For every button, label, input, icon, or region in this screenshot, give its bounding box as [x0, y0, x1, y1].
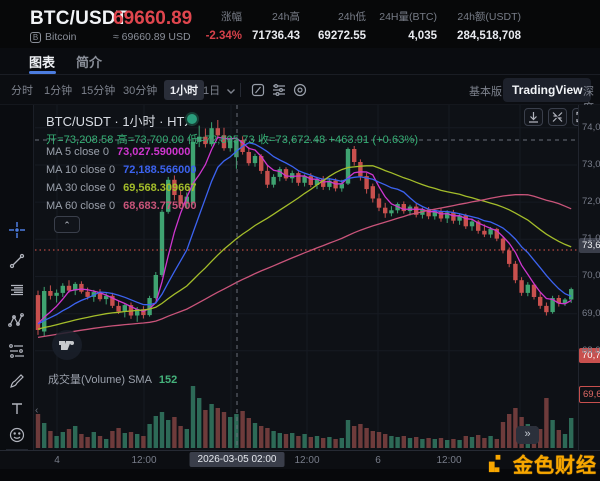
- collapse-chart-button[interactable]: [548, 108, 567, 126]
- interval-realtime[interactable]: 分时: [11, 82, 33, 98]
- interval-30m[interactable]: 30分钟: [123, 82, 157, 98]
- price-tick: 74,000: [582, 122, 600, 133]
- stat-24h-low: 24h低 69272.55: [318, 9, 366, 42]
- forecast-tool[interactable]: [8, 342, 26, 360]
- crosshair-tool[interactable]: [8, 221, 26, 239]
- target-settings-icon[interactable]: [292, 82, 308, 98]
- market-header: BTC/USDT B Bitcoin 69660.89 ≈ 69660.89 U…: [0, 0, 600, 48]
- divider: [240, 83, 241, 97]
- volume-indicator-label: 成交量(Volume) SMA152: [48, 371, 177, 387]
- time-tick: 6: [375, 455, 381, 466]
- time-tick: 12:00: [131, 455, 156, 466]
- stat-24h-high: 24h高 71736.43: [252, 9, 300, 42]
- legend-collapse-button[interactable]: ⌃: [54, 216, 80, 233]
- price-tick: 73,000: [582, 159, 600, 170]
- download-chart-button[interactable]: [524, 108, 543, 126]
- brush-tool[interactable]: [8, 372, 26, 390]
- stat-24h-volume-btc: 24H量(BTC) 4,035: [379, 9, 437, 42]
- indicators-icon[interactable]: [271, 82, 287, 98]
- chevron-down-icon[interactable]: [225, 84, 237, 96]
- golden-finance-logo: 金色财经: [484, 449, 599, 477]
- price-tick: 71,000: [582, 233, 600, 244]
- price-tick: 70,000: [582, 270, 600, 281]
- interval-15m[interactable]: 15分钟: [81, 82, 115, 98]
- tradingview-watermark: [52, 330, 82, 360]
- time-tick: 12:00: [294, 455, 319, 466]
- drawing-toolbar: [0, 105, 34, 450]
- interval-1h[interactable]: 1小时: [164, 80, 204, 100]
- trend-line-tool[interactable]: [8, 252, 26, 270]
- ohlc-readout: 开=73,208.58 高=73,700.00 低=72,895.73 收=73…: [46, 131, 418, 147]
- ma10-legend: MA 10 close 072,188.566000: [46, 164, 197, 176]
- golden-finance-text: 金色财经: [513, 449, 597, 478]
- crosshair-time-label: 2026-03-05 02:00: [190, 452, 285, 467]
- last-price-label: 69,660.89: [579, 386, 600, 403]
- golden-finance-icon: [486, 452, 509, 475]
- tab-bar: 图表 简介: [0, 48, 600, 75]
- coin-name: Bitcoin: [45, 31, 77, 43]
- time-tick: 12:00: [436, 455, 461, 466]
- ma60-legend: MA 60 close 068,683.775000: [46, 200, 197, 212]
- bitcoin-icon: B: [30, 32, 41, 43]
- price-approx-usd: ≈ 69660.89 USD: [113, 31, 191, 43]
- price-axis[interactable]: 73,672.48 70,712.5 69,660.89 4,035 74,00…: [578, 105, 600, 450]
- tradingview-toggle[interactable]: TradingView: [503, 78, 591, 102]
- time-tick: 4: [54, 455, 60, 466]
- ma5-legend: MA 5 close 073,027.590000: [46, 146, 190, 158]
- tab-intro[interactable]: 简介: [76, 52, 102, 71]
- active-tab-underline: [29, 71, 56, 74]
- interval-1m[interactable]: 1分钟: [44, 82, 72, 98]
- emoji-tool[interactable]: [8, 426, 26, 444]
- interval-1d[interactable]: 1日: [203, 82, 220, 98]
- stat-24h-turnover-usdt: 24h额(USDT) 284,518,708: [457, 9, 521, 42]
- chart-legend-title: BTC/USDT · 1小时 · HTX: [46, 111, 193, 130]
- volume-sma-value: 152: [159, 374, 177, 386]
- last-price: 69660.89: [113, 8, 192, 30]
- pane-collapse-handle[interactable]: ‹: [35, 405, 38, 416]
- price-tick: 68,000: [582, 345, 600, 356]
- trading-app-window: BTC/USDT B Bitcoin 69660.89 ≈ 69660.89 U…: [0, 0, 600, 481]
- price-tick: 69,000: [582, 308, 600, 319]
- fib-retracement-tool[interactable]: [8, 282, 26, 300]
- ma30-legend: MA 30 close 069,568.309667: [46, 182, 197, 194]
- basic-version-link[interactable]: 基本版: [469, 83, 502, 99]
- price-tick: 72,000: [582, 196, 600, 207]
- interval-toolbar: 分时 1分钟 15分钟 30分钟 1小时 1日 基本版 TradingView …: [0, 75, 600, 105]
- text-tool[interactable]: [8, 400, 26, 418]
- tab-chart[interactable]: 图表: [29, 52, 55, 71]
- xabcd-pattern-tool[interactable]: [8, 312, 26, 330]
- stat-change: 涨幅 -2.34%: [206, 9, 242, 42]
- go-to-realtime-button[interactable]: »: [516, 426, 539, 444]
- chart-style-icon[interactable]: [250, 82, 266, 98]
- market-status-dot: [187, 114, 197, 124]
